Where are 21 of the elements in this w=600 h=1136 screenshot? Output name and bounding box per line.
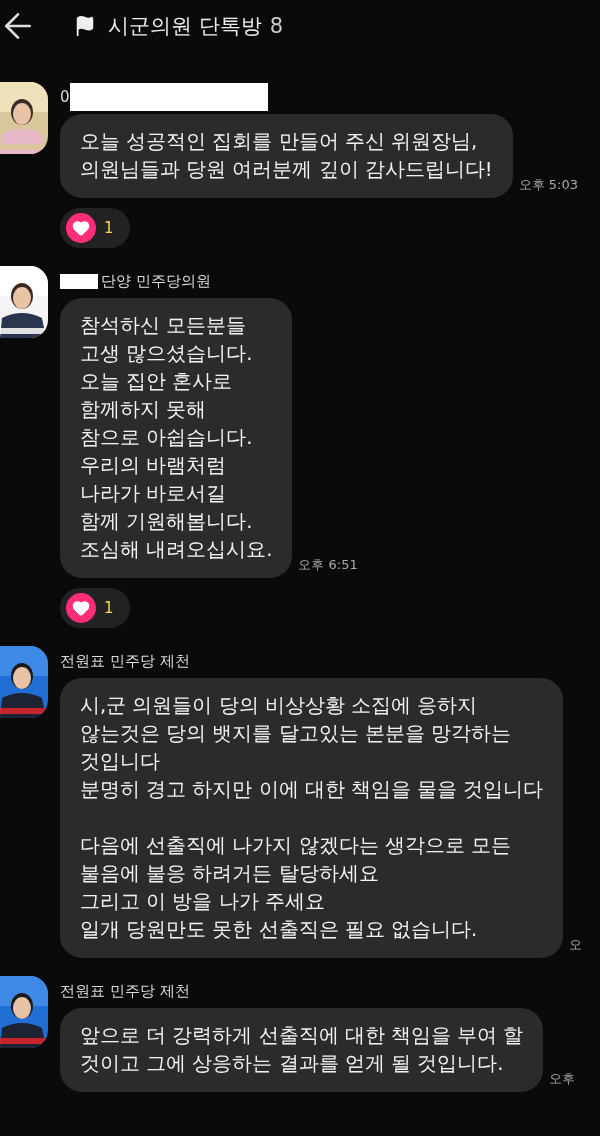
- reaction-chip[interactable]: 1: [60, 208, 130, 248]
- message-time: 오: [569, 936, 583, 954]
- sender-name: 0: [60, 88, 70, 106]
- sender-name: 단양 민주당의원: [101, 271, 211, 291]
- reaction-chip[interactable]: 1: [60, 588, 130, 628]
- message-text: 시,군 의원들이 당의 비상상황 소집에 응하지 않는것은 당의 뱃지를 달고있는 본분을 망각하는 것입니다 분명히 경고 하지만 이에 대한 책임을 물을 것입니다: [80, 693, 544, 803]
- message-text: 참석하신 모든분들 고생 많으셨습니다. 오늘 집안 혼사로 함께하지 못해 참으로 아쉽습니다. 우리의 바램처럼 나라가 바로서길 함께 기원해봅니다. 조심해 내려오십시요.: [80, 313, 273, 563]
- message-time: 오후: [549, 1070, 576, 1088]
- member-count: 8: [269, 14, 284, 38]
- message-text: 다음에 선출직에 나가지 않겠다는 생각으로 모든 불음에 불응 하려거든 탈당하세요 그리고 이 방을 나가 주세요 일개 당원만도 못한 선출직은 필요 없습니다.: [80, 833, 512, 943]
- message-text: 앞으로 더 강력하게 선출직에 대한 책임을 부여 할 것이고 그에 상응하는 결과를 얻게 될 것입니다.: [80, 1023, 524, 1077]
- message-time: 오후 5:03: [518, 176, 578, 194]
- message-text: 오늘 성공적인 집회를 만들어 주신 위원장님, 의원님들과 당원 여러분께 깊이 감사드립니다!: [80, 129, 493, 183]
- sender-name: 전원표 민주당 제천: [60, 651, 190, 671]
- reaction-count: 1: [104, 219, 114, 237]
- redaction-bar: [60, 273, 98, 289]
- sender-name: 전원표 민주당 제천: [60, 981, 190, 1001]
- flag-icon: [74, 15, 96, 37]
- message-time: 오후 6:51: [298, 556, 358, 574]
- chat-title: 시군의원 단톡방: [108, 13, 262, 40]
- reaction-count: 1: [104, 599, 114, 617]
